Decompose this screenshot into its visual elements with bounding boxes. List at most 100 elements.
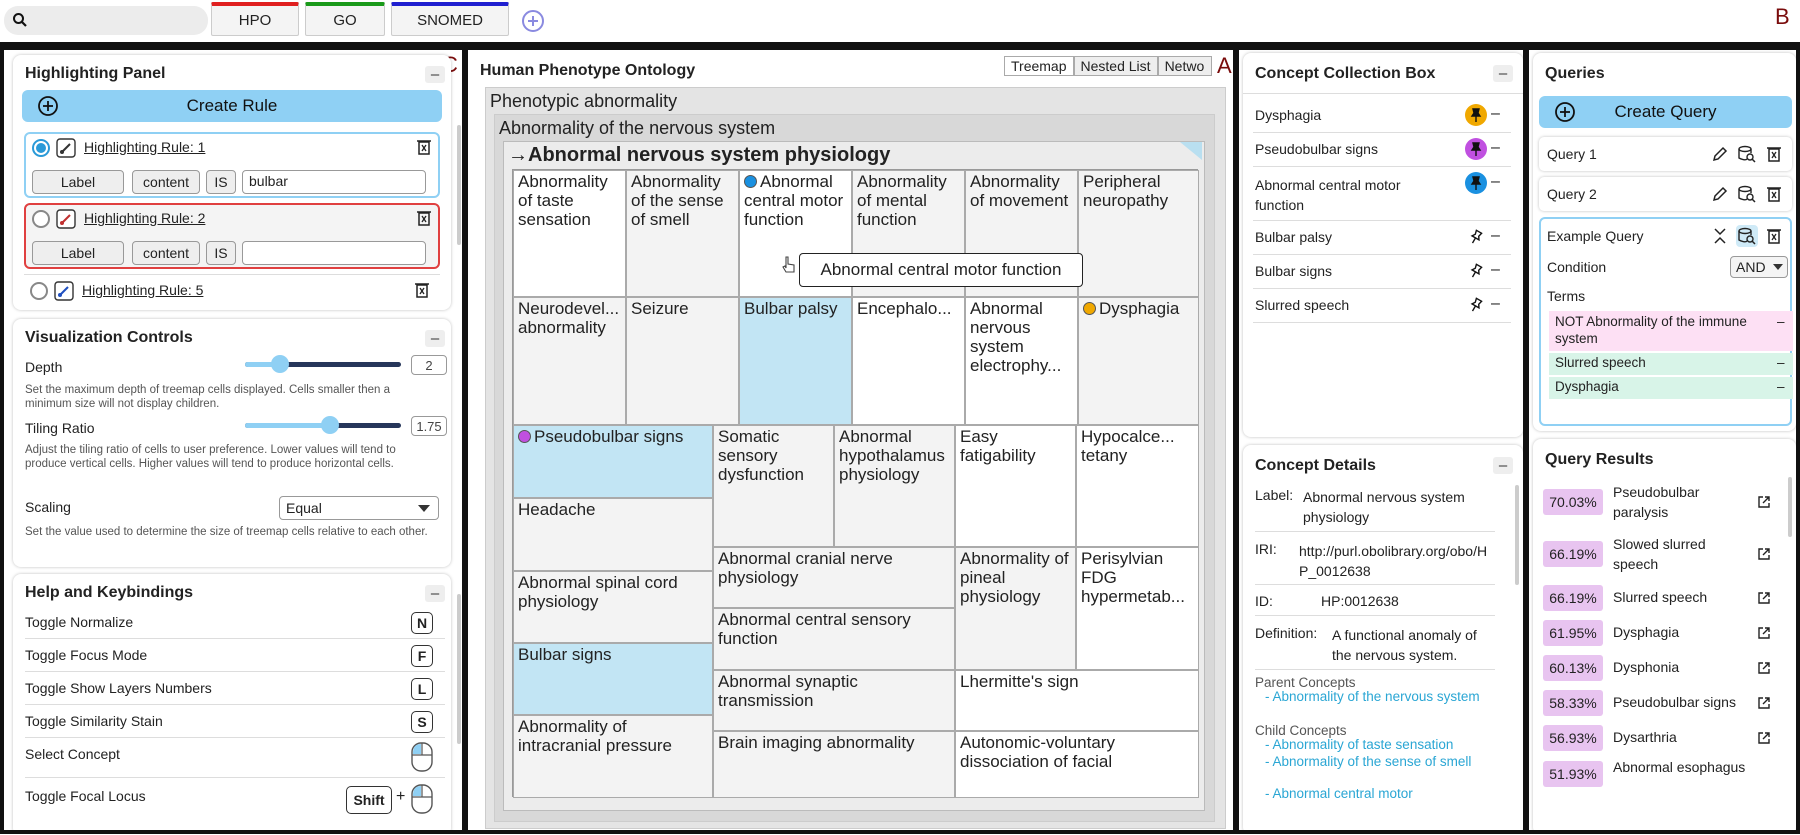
- treemap-cell[interactable]: Abnormality of intracranial pressure: [513, 715, 713, 798]
- treemap-cell[interactable]: Peripheral neuropathy: [1078, 170, 1199, 297]
- child-concept-link[interactable]: - Abnormal central motor: [1265, 786, 1485, 801]
- paintbrush-icon[interactable]: [54, 281, 74, 301]
- treemap-cell[interactable]: Pseudobulbar signs: [513, 425, 713, 498]
- database-search-icon[interactable]: [1736, 183, 1758, 205]
- remove-button[interactable]: –: [1491, 227, 1500, 245]
- rule-operator-select[interactable]: IS: [206, 170, 236, 194]
- delete-icon[interactable]: [1763, 225, 1785, 247]
- database-search-icon[interactable]: [1736, 143, 1758, 165]
- query-name[interactable]: Example Query: [1547, 228, 1643, 244]
- result-item[interactable]: 60.13% Dysphonia: [1533, 653, 1783, 683]
- database-search-icon[interactable]: [1736, 225, 1758, 247]
- collection-item[interactable]: Abnormal central motor function –: [1253, 167, 1511, 221]
- delete-icon[interactable]: [416, 209, 432, 227]
- pin-icon[interactable]: [1465, 260, 1487, 282]
- remove-term-button[interactable]: –: [1777, 355, 1785, 370]
- result-item[interactable]: 61.95% Dysphagia: [1533, 618, 1783, 648]
- treemap-cell[interactable]: Abnormal hypothalamus physiology: [834, 425, 955, 547]
- remove-button[interactable]: –: [1491, 139, 1500, 157]
- query-item[interactable]: Query 1: [1539, 137, 1792, 171]
- collection-collapse-button[interactable]: –: [1493, 65, 1513, 82]
- child-concept-link[interactable]: - Abnormality of taste sensation: [1265, 737, 1485, 752]
- rule-name[interactable]: Highlighting Rule: 2: [84, 210, 205, 226]
- search-input[interactable]: [32, 10, 202, 31]
- collection-item[interactable]: Bulbar signs –: [1253, 255, 1511, 289]
- create-query-button[interactable]: Create Query: [1539, 96, 1792, 128]
- rule-content-select[interactable]: content: [132, 170, 200, 194]
- pin-icon[interactable]: [1465, 104, 1487, 126]
- remove-button[interactable]: –: [1491, 173, 1500, 191]
- treemap-cell[interactable]: Abnormality of taste sensation: [513, 170, 626, 297]
- treemap-cell[interactable]: Bulbar signs: [513, 643, 713, 715]
- tiling-value[interactable]: 1.75: [411, 416, 447, 436]
- rule-value-input[interactable]: bulbar: [242, 170, 426, 194]
- tab-snomed[interactable]: SNOMED: [391, 2, 509, 36]
- treemap-cell[interactable]: Abnormal central sensory function: [713, 608, 955, 670]
- rule-active-radio[interactable]: [32, 139, 50, 157]
- add-ontology-icon[interactable]: [520, 8, 546, 34]
- remove-button[interactable]: –: [1491, 295, 1500, 313]
- search-field[interactable]: [4, 6, 208, 35]
- edit-icon[interactable]: [1709, 143, 1731, 165]
- treemap-cell[interactable]: Hypocalce... tetany: [1076, 425, 1199, 547]
- pin-icon[interactable]: [1465, 172, 1487, 194]
- condition-select[interactable]: AND: [1730, 256, 1788, 278]
- treemap-cell[interactable]: Neurodevel... abnormality: [513, 297, 626, 425]
- visualization-collapse-button[interactable]: –: [425, 330, 445, 347]
- result-item[interactable]: 58.33% Pseudobulbar signs: [1533, 688, 1783, 718]
- treemap-cell[interactable]: Headache: [513, 498, 713, 571]
- treemap-cell[interactable]: Abnormal spinal cord physiology: [513, 571, 713, 643]
- scaling-select[interactable]: Equal: [279, 496, 439, 520]
- open-external-icon[interactable]: [1753, 543, 1775, 565]
- details-collapse-button[interactable]: –: [1493, 457, 1513, 474]
- treemap-cell[interactable]: Autonomic-voluntary dissociation of faci…: [955, 731, 1199, 798]
- rule-operator-select[interactable]: IS: [206, 241, 236, 265]
- depth-slider[interactable]: [245, 355, 401, 373]
- rule-content-select[interactable]: content: [132, 241, 200, 265]
- help-collapse-button[interactable]: –: [425, 585, 445, 602]
- delete-icon[interactable]: [1763, 183, 1785, 205]
- tab-nested-list[interactable]: Nested List: [1073, 56, 1158, 76]
- remove-term-button[interactable]: –: [1777, 313, 1785, 330]
- result-item[interactable]: 66.19% Slowed slurred speech: [1533, 531, 1783, 577]
- open-external-icon[interactable]: [1753, 657, 1775, 679]
- remove-button[interactable]: –: [1491, 105, 1500, 123]
- delete-icon[interactable]: [414, 281, 430, 299]
- query-item[interactable]: Query 2: [1539, 177, 1792, 211]
- result-item[interactable]: 51.93% Abnormal esophagus: [1533, 757, 1783, 787]
- collection-item[interactable]: Slurred speech –: [1253, 289, 1511, 323]
- details-scrollbar[interactable]: [1515, 485, 1519, 585]
- open-external-icon[interactable]: [1753, 491, 1775, 513]
- paintbrush-icon[interactable]: [56, 209, 76, 229]
- result-item[interactable]: 66.19% Slurred speech: [1533, 583, 1783, 613]
- tab-go[interactable]: GO: [305, 2, 385, 36]
- treemap-cell[interactable]: Brain imaging abnormality: [713, 731, 955, 798]
- collapse-icon[interactable]: [1709, 225, 1731, 247]
- collection-item[interactable]: Bulbar palsy –: [1253, 221, 1511, 255]
- rule-active-radio[interactable]: [32, 210, 50, 228]
- collection-item[interactable]: Pseudobulbar signs –: [1253, 133, 1511, 167]
- treemap-level-3[interactable]: →Abnormal nervous system physiology Abno…: [503, 141, 1205, 811]
- treemap-cell[interactable]: Bulbar palsy: [739, 297, 852, 425]
- treemap-cell[interactable]: Abnormal cranial nerve physiology: [713, 547, 955, 608]
- depth-value[interactable]: 2: [411, 355, 447, 375]
- remove-button[interactable]: –: [1491, 261, 1500, 279]
- highlighting-collapse-button[interactable]: –: [425, 66, 445, 83]
- paintbrush-icon[interactable]: [56, 138, 76, 158]
- rule-field-select[interactable]: Label: [32, 170, 124, 194]
- collection-item[interactable]: Dysphagia –: [1253, 99, 1511, 133]
- rule-name[interactable]: Highlighting Rule: 1: [84, 139, 205, 155]
- rules-scrollbar[interactable]: [457, 125, 461, 245]
- edit-icon[interactable]: [1709, 183, 1731, 205]
- treemap-cell[interactable]: Easy fatigability: [955, 425, 1076, 547]
- treemap-cell[interactable]: Abnormal nervous system electrophy...: [965, 297, 1078, 425]
- open-external-icon[interactable]: [1753, 622, 1775, 644]
- result-item[interactable]: 56.93% Dysarthria: [1533, 723, 1783, 753]
- delete-icon[interactable]: [416, 138, 432, 156]
- treemap-cell[interactable]: Seizure: [626, 297, 739, 425]
- treemap-level-1[interactable]: Phenotypic abnormality Abnormality of th…: [485, 87, 1226, 829]
- treemap-cell[interactable]: Perisylvian FDG hypermetab...: [1076, 547, 1199, 670]
- tiling-slider[interactable]: [245, 416, 401, 434]
- rule-field-select[interactable]: Label: [32, 241, 124, 265]
- pin-icon[interactable]: [1465, 294, 1487, 316]
